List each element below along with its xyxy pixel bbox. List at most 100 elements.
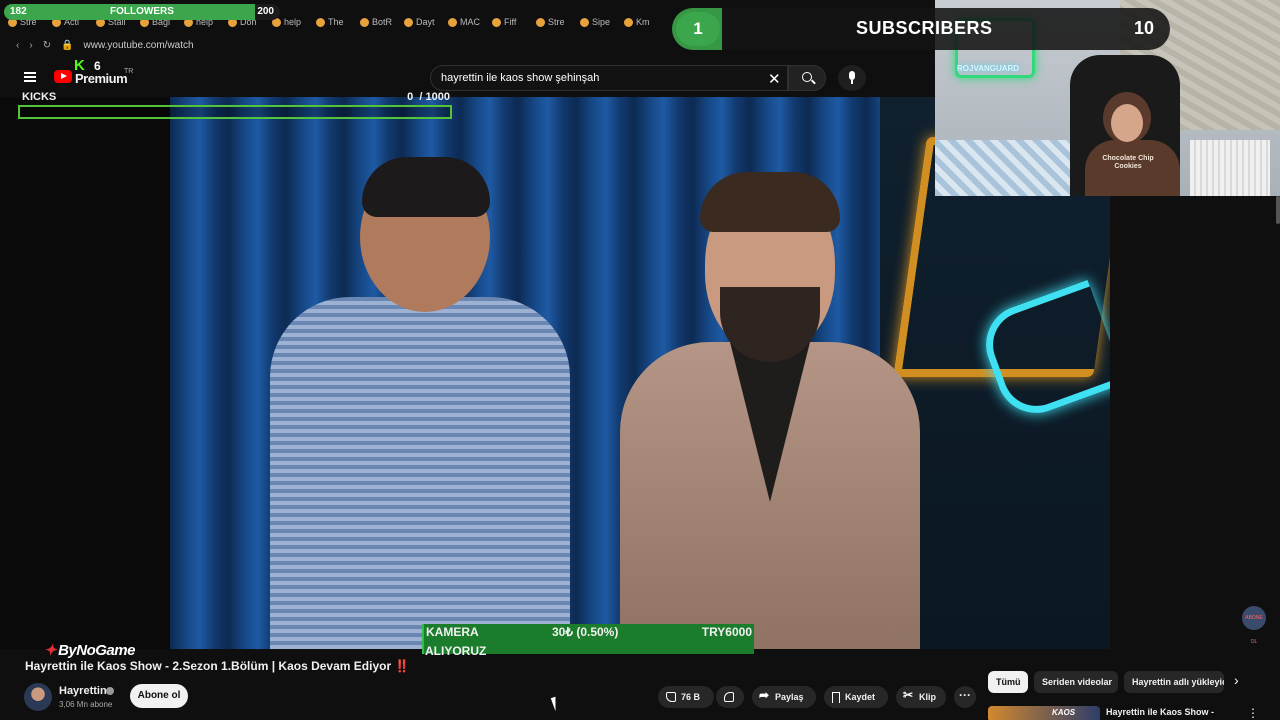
clip-button[interactable]: Klip bbox=[896, 686, 946, 708]
host-left-body bbox=[270, 297, 570, 649]
bookmark-label: Km bbox=[636, 17, 650, 27]
scrollbar[interactable] bbox=[1276, 196, 1280, 224]
followers-label: FOLLOWERS bbox=[110, 6, 174, 17]
search-input[interactable]: hayrettin ile kaos show şehinşah bbox=[430, 65, 788, 91]
sponsor-mark-icon: ✦ bbox=[44, 642, 57, 659]
bookmark-favicon-icon bbox=[448, 17, 457, 27]
verified-icon bbox=[106, 687, 114, 695]
mouse-cursor-icon bbox=[550, 696, 561, 712]
bookmark-label: BotR bbox=[372, 17, 393, 27]
recommended-thumbnail[interactable] bbox=[988, 706, 1100, 720]
host-left-hair bbox=[362, 157, 490, 217]
kicks-goal: KICKS 0 / 1000 bbox=[18, 91, 452, 121]
guest-right bbox=[620, 172, 920, 649]
like-icon bbox=[666, 692, 676, 702]
kicks-label: KICKS bbox=[22, 91, 57, 103]
chip-uploader[interactable]: Hayrettin adlı yükleyici bbox=[1124, 671, 1224, 693]
kicks-progress-bar bbox=[18, 105, 452, 119]
bookmark-favicon-icon bbox=[360, 17, 369, 27]
share-button[interactable]: Paylaş bbox=[752, 686, 816, 708]
bookmark-label: help bbox=[284, 17, 302, 27]
bookmark-favicon-icon bbox=[536, 17, 545, 27]
address-bar[interactable]: ‹ › ↻ 🔒 www.youtube.com/watch bbox=[0, 34, 680, 56]
clip-label: Klip bbox=[919, 692, 936, 702]
bookmark-label: Stre bbox=[548, 17, 565, 27]
voice-search-button[interactable] bbox=[838, 65, 866, 91]
bookmark-favicon-icon bbox=[492, 17, 501, 27]
search-button[interactable] bbox=[788, 65, 826, 91]
url-text[interactable]: www.youtube.com/watch bbox=[84, 40, 194, 51]
recommended-title[interactable]: Hayrettin ile Kaos Show - bbox=[1106, 707, 1214, 717]
followers-goal-value: 200 bbox=[257, 6, 274, 17]
bookmark-item[interactable]: help bbox=[272, 17, 312, 27]
bookmark-favicon-icon bbox=[624, 17, 633, 27]
sponsor-name: ByNoGame bbox=[58, 642, 135, 659]
subscribers-goal-value: 10 bbox=[1133, 18, 1154, 38]
bookmark-label: Fiff bbox=[504, 17, 517, 27]
like-button[interactable]: 76 B bbox=[658, 686, 714, 708]
menu-icon[interactable] bbox=[24, 72, 36, 82]
youtube-logo-icon[interactable] bbox=[54, 70, 72, 83]
subscribe-watermark[interactable]: ABONE OL bbox=[1242, 606, 1266, 645]
donation-progress-fill bbox=[422, 624, 424, 654]
bookmark-item[interactable]: Km bbox=[624, 17, 664, 27]
channel-name[interactable]: Hayrettin bbox=[59, 685, 107, 697]
video-title: Hayrettin ile Kaos Show - 2.Sezon 1.Bölü… bbox=[25, 659, 410, 673]
kick-logo-icon: K bbox=[74, 57, 85, 74]
bookmark-favicon-icon bbox=[404, 17, 413, 27]
guest-right-hair bbox=[700, 172, 840, 232]
bookmark-label: MAC bbox=[460, 17, 480, 27]
subscribers-label: SUBSCRIBERS bbox=[856, 18, 993, 38]
kicks-value: 0 / 1000 bbox=[407, 91, 450, 103]
chip-all[interactable]: Tümü bbox=[988, 671, 1028, 693]
channel-avatar[interactable] bbox=[24, 683, 52, 711]
donation-goal-value: TRY6000 bbox=[701, 625, 752, 639]
search-icon bbox=[802, 72, 812, 82]
sponsor-logo: ✦ ByNoGame bbox=[44, 641, 135, 659]
subscriber-count: 3,06 Mn abone bbox=[59, 700, 113, 709]
host-left bbox=[270, 157, 570, 649]
chevron-right-icon[interactable]: › bbox=[1234, 672, 1239, 688]
bookmark-item[interactable]: Sipe bbox=[580, 17, 620, 27]
bed bbox=[935, 140, 1085, 196]
bookmark-label: The bbox=[328, 17, 344, 27]
followers-current: 182 bbox=[10, 6, 27, 17]
donation-amount: 30₺ (0.50%) bbox=[552, 625, 619, 639]
bookmark-favicon-icon bbox=[316, 17, 325, 27]
streamer-shirt-text: Chocolate Chip Cookies bbox=[1102, 155, 1154, 170]
save-icon bbox=[832, 691, 840, 703]
clear-search-icon[interactable]: ✕ bbox=[768, 70, 781, 88]
region-code: TR bbox=[124, 68, 134, 75]
bookmark-label: Dayt bbox=[416, 17, 435, 27]
bookmark-item[interactable]: The bbox=[316, 17, 356, 27]
bookmark-item[interactable]: BotR bbox=[360, 17, 400, 27]
more-vert-icon[interactable]: ⋮ bbox=[1247, 706, 1259, 720]
recommended-thumbnail-label: KAOS bbox=[1052, 708, 1076, 717]
bookmark-item[interactable]: Stre bbox=[536, 17, 576, 27]
kicks-goal-value: / 1000 bbox=[419, 91, 450, 103]
dislike-icon bbox=[724, 692, 734, 702]
kicks-current: 0 bbox=[407, 91, 414, 103]
donation-label: KAMERA bbox=[426, 625, 479, 639]
forward-icon[interactable]: › bbox=[29, 40, 32, 51]
bookmark-item[interactable]: Dayt bbox=[404, 17, 444, 27]
dislike-button[interactable] bbox=[716, 686, 744, 708]
reload-icon[interactable]: ↻ bbox=[43, 40, 51, 51]
share-label: Paylaş bbox=[775, 692, 804, 702]
save-button[interactable]: Kaydet bbox=[824, 686, 888, 708]
subscribe-button[interactable]: Abone ol bbox=[130, 684, 188, 708]
kick-count: 6 bbox=[94, 59, 101, 73]
bookmark-item[interactable]: MAC bbox=[448, 17, 488, 27]
like-count: 76 B bbox=[681, 692, 701, 702]
radiator bbox=[1190, 140, 1270, 196]
back-icon[interactable]: ‹ bbox=[16, 40, 19, 51]
save-label: Kaydet bbox=[845, 692, 876, 702]
lock-icon: 🔒 bbox=[61, 39, 74, 51]
more-actions-button[interactable]: ··· bbox=[954, 686, 976, 708]
bookmark-label: Sipe bbox=[592, 17, 611, 27]
clip-icon bbox=[903, 688, 914, 702]
share-icon bbox=[759, 688, 770, 702]
subscribers-goal: 1 SUBSCRIBERS 10 bbox=[672, 8, 1170, 50]
chip-series[interactable]: Seriden videolar bbox=[1034, 671, 1118, 693]
bookmark-item[interactable]: Fiff bbox=[492, 17, 532, 27]
